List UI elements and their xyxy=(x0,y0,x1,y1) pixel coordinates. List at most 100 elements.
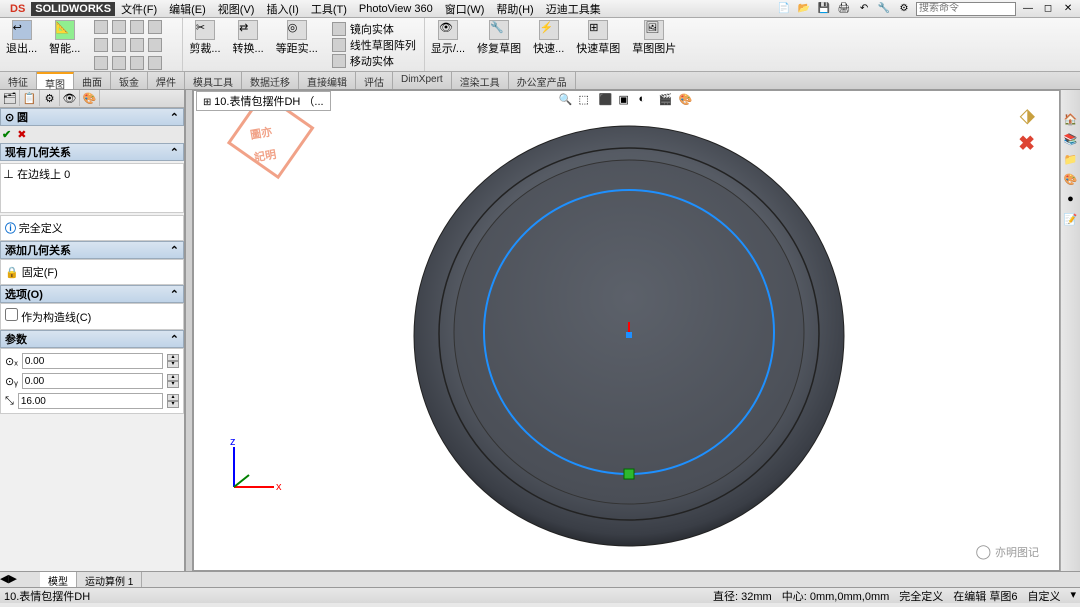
ribbon-trim[interactable]: ✂ 剪裁... xyxy=(183,18,226,71)
panel-tab-display-icon[interactable]: 👁 xyxy=(60,90,80,106)
confirm-corner-cancel[interactable]: ✖ xyxy=(1018,131,1035,156)
scene-icon[interactable]: 🎬 xyxy=(659,93,675,109)
fillet-icon[interactable] xyxy=(130,56,144,70)
splitter[interactable] xyxy=(185,90,193,571)
ribbon-offset[interactable]: ◎ 等距实... xyxy=(270,18,324,71)
construction-checkbox[interactable]: 作为构造线(C) xyxy=(5,312,91,324)
tab-render[interactable]: 渲染工具 xyxy=(452,72,509,89)
undo-icon[interactable]: ↶ xyxy=(856,1,872,17)
new-icon[interactable]: 📄 xyxy=(776,1,792,17)
r-up[interactable]: ▴ xyxy=(167,394,179,401)
cy-input[interactable] xyxy=(22,373,163,389)
polygon-icon[interactable] xyxy=(130,38,144,52)
custom-props-icon[interactable]: 📝 xyxy=(1061,210,1080,228)
relation-item[interactable]: ⊥ 在边线上 0 xyxy=(3,166,181,182)
view-triad[interactable]: x z xyxy=(224,437,284,500)
tab-model[interactable]: 模型 xyxy=(40,572,77,587)
open-icon[interactable]: 📂 xyxy=(796,1,812,17)
panel-tab-config-icon[interactable]: ⚙ xyxy=(40,90,60,106)
circle-icon[interactable] xyxy=(112,20,126,34)
menu-file[interactable]: 文件(F) xyxy=(115,1,163,17)
spline-icon[interactable] xyxy=(148,20,162,34)
r-down[interactable]: ▾ xyxy=(167,401,179,408)
tab-office[interactable]: 办公室产品 xyxy=(509,72,576,89)
panel-tab-feature-tree-icon[interactable]: 🗂 xyxy=(0,90,20,106)
plane-icon[interactable] xyxy=(148,56,162,70)
tab-surface[interactable]: 曲面 xyxy=(74,72,111,89)
menu-view[interactable]: 视图(V) xyxy=(212,1,261,17)
ribbon-snap[interactable]: ⊞ 快速草图 xyxy=(570,18,626,71)
view-orient-icon[interactable]: ⬛ xyxy=(599,93,615,109)
zoom-area-icon[interactable]: ⬚ xyxy=(579,93,595,109)
cx-up[interactable]: ▴ xyxy=(167,354,179,361)
maximize-icon[interactable]: ◻ xyxy=(1040,1,1056,17)
zoom-fit-icon[interactable]: 🔍 xyxy=(559,93,575,109)
menu-edit[interactable]: 编辑(E) xyxy=(163,1,212,17)
ribbon-display[interactable]: 👁 显示/... xyxy=(425,18,471,71)
ribbon-convert[interactable]: ⇄ 转换... xyxy=(227,18,270,71)
tab-feature[interactable]: 特征 xyxy=(0,72,37,89)
ellipse-icon[interactable] xyxy=(112,38,126,52)
ribbon-pic[interactable]: 🖼 草图图片 xyxy=(626,18,682,71)
menu-maidi[interactable]: 迈迪工具集 xyxy=(540,1,607,17)
collapse-icon[interactable]: ⌃ xyxy=(170,111,179,124)
cy-down[interactable]: ▾ xyxy=(167,381,179,388)
document-tab[interactable]: ⊞ 10.表情包摆件DH （... xyxy=(196,91,331,111)
status-custom[interactable]: 自定义 xyxy=(1027,588,1060,604)
appearances-icon[interactable]: ● xyxy=(1061,190,1080,208)
resources-icon[interactable]: 🏠 xyxy=(1061,110,1080,128)
arc-icon[interactable] xyxy=(130,20,144,34)
tab-dimxpert[interactable]: DimXpert xyxy=(393,72,452,89)
tab-nav-prev[interactable]: ◀ xyxy=(0,572,8,587)
point-icon[interactable] xyxy=(94,56,108,70)
radius-input[interactable] xyxy=(18,393,163,409)
minimize-icon[interactable]: ― xyxy=(1020,1,1036,17)
menu-tools[interactable]: 工具(T) xyxy=(305,1,353,17)
options-header[interactable]: 选项(O)⌃ xyxy=(0,285,184,303)
print-icon[interactable]: 🖨 xyxy=(836,1,852,17)
cx-input[interactable] xyxy=(22,353,163,369)
tab-weldment[interactable]: 焊件 xyxy=(148,72,185,89)
appearance-icon[interactable]: 🎨 xyxy=(679,93,695,109)
file-explorer-icon[interactable]: 📁 xyxy=(1061,150,1080,168)
ok-button[interactable]: ✔ xyxy=(2,128,11,141)
cy-up[interactable]: ▴ xyxy=(167,374,179,381)
menu-photoview[interactable]: PhotoView 360 xyxy=(353,3,439,15)
line-icon[interactable] xyxy=(94,20,108,34)
ribbon-exit-sketch[interactable]: ↩ 退出... xyxy=(0,18,43,71)
view-palette-icon[interactable]: 🎨 xyxy=(1061,170,1080,188)
tab-sheetmetal[interactable]: 钣金 xyxy=(111,72,148,89)
save-icon[interactable]: 💾 xyxy=(816,1,832,17)
display-style-icon[interactable]: ▣ xyxy=(619,93,635,109)
slot-icon[interactable] xyxy=(112,56,126,70)
tab-mold[interactable]: 模具工具 xyxy=(185,72,242,89)
relations-list[interactable]: ⊥ 在边线上 0 xyxy=(0,163,184,213)
menu-help[interactable]: 帮助(H) xyxy=(490,1,539,17)
options-icon[interactable]: ⚙ xyxy=(896,1,912,17)
panel-tab-property-icon[interactable]: 📋 xyxy=(20,90,40,106)
menu-insert[interactable]: 插入(I) xyxy=(260,1,304,17)
rect-icon[interactable] xyxy=(94,38,108,52)
add-relations-header[interactable]: 添加几何关系⌃ xyxy=(0,241,184,259)
tab-motion-study[interactable]: 运动算例 1 xyxy=(77,572,142,587)
panel-tab-decal-icon[interactable]: 🎨 xyxy=(80,90,100,106)
ribbon-repair[interactable]: 🔧 修复草图 xyxy=(471,18,527,71)
tab-direct[interactable]: 直接编辑 xyxy=(299,72,356,89)
status-units-icon[interactable]: ▾ xyxy=(1070,588,1076,604)
mirror-icon[interactable] xyxy=(332,22,346,36)
search-input[interactable] xyxy=(916,2,1016,16)
tab-sketch[interactable]: 草图 xyxy=(37,72,74,89)
pattern-icon[interactable] xyxy=(332,38,346,52)
menu-window[interactable]: 窗口(W) xyxy=(439,1,491,17)
ribbon-quick[interactable]: ⚡ 快速... xyxy=(527,18,570,71)
fixed-relation-button[interactable]: 🔒 固定(F) xyxy=(5,264,179,280)
cancel-button[interactable]: ✖ xyxy=(17,128,26,141)
confirm-corner-ok[interactable]: ⬗ xyxy=(1020,103,1035,128)
ribbon-smart-dim[interactable]: 📐 智能... xyxy=(43,18,86,71)
cx-down[interactable]: ▾ xyxy=(167,361,179,368)
params-header[interactable]: 参数⌃ xyxy=(0,330,184,348)
relations-header[interactable]: 现有几何关系⌃ xyxy=(0,143,184,161)
move-icon[interactable] xyxy=(332,54,346,68)
tab-evaluate[interactable]: 评估 xyxy=(356,72,393,89)
section-icon[interactable]: ◐ xyxy=(639,93,655,109)
